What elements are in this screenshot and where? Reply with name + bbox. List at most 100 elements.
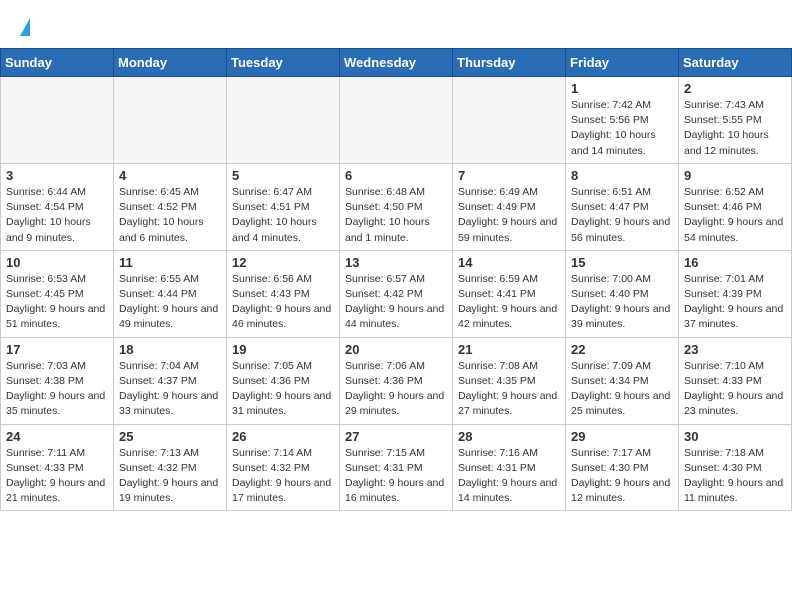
- day-number: 25: [119, 429, 221, 444]
- day-info: Sunrise: 7:17 AM Sunset: 4:30 PM Dayligh…: [571, 446, 673, 507]
- day-info: Sunrise: 6:55 AM Sunset: 4:44 PM Dayligh…: [119, 272, 221, 333]
- day-number: 5: [232, 168, 334, 183]
- day-info: Sunrise: 7:15 AM Sunset: 4:31 PM Dayligh…: [345, 446, 447, 507]
- day-number: 9: [684, 168, 786, 183]
- calendar-cell: 12 Sunrise: 6:56 AM Sunset: 4:43 PM Dayli…: [227, 250, 340, 337]
- day-info: Sunrise: 7:03 AM Sunset: 4:38 PM Dayligh…: [6, 359, 108, 420]
- day-info: Sunrise: 7:06 AM Sunset: 4:36 PM Dayligh…: [345, 359, 447, 420]
- day-number: 29: [571, 429, 673, 444]
- calendar-cell: 15 Sunrise: 7:00 AM Sunset: 4:40 PM Dayli…: [566, 250, 679, 337]
- calendar-day-header: Saturday: [679, 49, 792, 77]
- calendar-cell: 28Sunrise: 7:16 AM Sunset: 4:31 PM Dayli…: [453, 424, 566, 511]
- day-number: 11: [119, 255, 221, 270]
- day-number: 10: [6, 255, 108, 270]
- day-number: 20: [345, 342, 447, 357]
- day-info: Sunrise: 7:10 AM Sunset: 4:33 PM Dayligh…: [684, 359, 786, 420]
- day-info: Sunrise: 6:44 AM Sunset: 4:54 PM Dayligh…: [6, 185, 108, 246]
- day-number: 7: [458, 168, 560, 183]
- calendar-cell: 10 Sunrise: 6:53 AM Sunset: 4:45 PM Dayli…: [1, 250, 114, 337]
- calendar-cell: 2Sunrise: 7:43 AM Sunset: 5:55 PM Daylig…: [679, 77, 792, 164]
- day-number: 3: [6, 168, 108, 183]
- calendar-cell: 20 Sunrise: 7:06 AM Sunset: 4:36 PM Dayli…: [340, 337, 453, 424]
- day-info: Sunrise: 6:51 AM Sunset: 4:47 PM Dayligh…: [571, 185, 673, 246]
- day-info: Sunrise: 6:48 AM Sunset: 4:50 PM Dayligh…: [345, 185, 447, 246]
- day-info: Sunrise: 7:13 AM Sunset: 4:32 PM Dayligh…: [119, 446, 221, 507]
- calendar-cell: 24Sunrise: 7:11 AM Sunset: 4:33 PM Dayli…: [1, 424, 114, 511]
- logo-triangle-icon: [20, 18, 30, 36]
- calendar-week-row: 24Sunrise: 7:11 AM Sunset: 4:33 PM Dayli…: [1, 424, 792, 511]
- day-info: Sunrise: 7:01 AM Sunset: 4:39 PM Dayligh…: [684, 272, 786, 333]
- day-number: 16: [684, 255, 786, 270]
- calendar-cell: 16 Sunrise: 7:01 AM Sunset: 4:39 PM Dayli…: [679, 250, 792, 337]
- day-number: 21: [458, 342, 560, 357]
- calendar-cell: 7 Sunrise: 6:49 AM Sunset: 4:49 PM Daylig…: [453, 163, 566, 250]
- day-number: 22: [571, 342, 673, 357]
- day-number: 30: [684, 429, 786, 444]
- calendar-cell: 18 Sunrise: 7:04 AM Sunset: 4:37 PM Dayli…: [114, 337, 227, 424]
- logo: [18, 18, 30, 38]
- calendar-cell: 17 Sunrise: 7:03 AM Sunset: 4:38 PM Dayli…: [1, 337, 114, 424]
- day-number: 17: [6, 342, 108, 357]
- day-info: Sunrise: 6:53 AM Sunset: 4:45 PM Dayligh…: [6, 272, 108, 333]
- day-number: 2: [684, 81, 786, 96]
- calendar-cell: [453, 77, 566, 164]
- day-number: 8: [571, 168, 673, 183]
- page-header: [0, 0, 792, 48]
- day-info: Sunrise: 6:57 AM Sunset: 4:42 PM Dayligh…: [345, 272, 447, 333]
- calendar-week-row: 10 Sunrise: 6:53 AM Sunset: 4:45 PM Dayli…: [1, 250, 792, 337]
- calendar-week-row: 1 Sunrise: 7:42 AM Sunset: 5:56 PM Daylig…: [1, 77, 792, 164]
- calendar-cell: 1 Sunrise: 7:42 AM Sunset: 5:56 PM Daylig…: [566, 77, 679, 164]
- day-number: 28: [458, 429, 560, 444]
- day-number: 4: [119, 168, 221, 183]
- calendar-week-row: 3 Sunrise: 6:44 AM Sunset: 4:54 PM Daylig…: [1, 163, 792, 250]
- calendar-cell: [1, 77, 114, 164]
- day-info: Sunrise: 7:04 AM Sunset: 4:37 PM Dayligh…: [119, 359, 221, 420]
- calendar-cell: 29 Sunrise: 7:17 AM Sunset: 4:30 PM Dayli…: [566, 424, 679, 511]
- calendar-day-header: Tuesday: [227, 49, 340, 77]
- calendar-cell: 27Sunrise: 7:15 AM Sunset: 4:31 PM Dayli…: [340, 424, 453, 511]
- calendar-header-row: SundayMondayTuesdayWednesdayThursdayFrid…: [1, 49, 792, 77]
- calendar-day-header: Wednesday: [340, 49, 453, 77]
- day-number: 1: [571, 81, 673, 96]
- day-info: Sunrise: 6:52 AM Sunset: 4:46 PM Dayligh…: [684, 185, 786, 246]
- day-info: Sunrise: 6:49 AM Sunset: 4:49 PM Dayligh…: [458, 185, 560, 246]
- calendar-cell: 22 Sunrise: 7:09 AM Sunset: 4:34 PM Dayli…: [566, 337, 679, 424]
- day-info: Sunrise: 7:18 AM Sunset: 4:30 PM Dayligh…: [684, 446, 786, 507]
- calendar-week-row: 17 Sunrise: 7:03 AM Sunset: 4:38 PM Dayli…: [1, 337, 792, 424]
- calendar-cell: 6 Sunrise: 6:48 AM Sunset: 4:50 PM Daylig…: [340, 163, 453, 250]
- day-info: Sunrise: 6:56 AM Sunset: 4:43 PM Dayligh…: [232, 272, 334, 333]
- calendar-cell: 14 Sunrise: 6:59 AM Sunset: 4:41 PM Dayli…: [453, 250, 566, 337]
- day-info: Sunrise: 7:00 AM Sunset: 4:40 PM Dayligh…: [571, 272, 673, 333]
- day-number: 6: [345, 168, 447, 183]
- day-number: 19: [232, 342, 334, 357]
- day-info: Sunrise: 7:14 AM Sunset: 4:32 PM Dayligh…: [232, 446, 334, 507]
- day-info: Sunrise: 7:11 AM Sunset: 4:33 PM Dayligh…: [6, 446, 108, 507]
- day-info: Sunrise: 6:59 AM Sunset: 4:41 PM Dayligh…: [458, 272, 560, 333]
- calendar-cell: 23 Sunrise: 7:10 AM Sunset: 4:33 PM Dayli…: [679, 337, 792, 424]
- day-number: 18: [119, 342, 221, 357]
- calendar-cell: 26Sunrise: 7:14 AM Sunset: 4:32 PM Dayli…: [227, 424, 340, 511]
- calendar-cell: 19 Sunrise: 7:05 AM Sunset: 4:36 PM Dayli…: [227, 337, 340, 424]
- calendar-cell: 25 Sunrise: 7:13 AM Sunset: 4:32 PM Dayli…: [114, 424, 227, 511]
- calendar-cell: 5 Sunrise: 6:47 AM Sunset: 4:51 PM Daylig…: [227, 163, 340, 250]
- day-info: Sunrise: 7:05 AM Sunset: 4:36 PM Dayligh…: [232, 359, 334, 420]
- day-number: 15: [571, 255, 673, 270]
- calendar-cell: 3 Sunrise: 6:44 AM Sunset: 4:54 PM Daylig…: [1, 163, 114, 250]
- calendar-cell: 8 Sunrise: 6:51 AM Sunset: 4:47 PM Daylig…: [566, 163, 679, 250]
- day-info: Sunrise: 6:45 AM Sunset: 4:52 PM Dayligh…: [119, 185, 221, 246]
- calendar-cell: 30 Sunrise: 7:18 AM Sunset: 4:30 PM Dayli…: [679, 424, 792, 511]
- calendar-table: SundayMondayTuesdayWednesdayThursdayFrid…: [0, 48, 792, 511]
- day-info: Sunrise: 7:09 AM Sunset: 4:34 PM Dayligh…: [571, 359, 673, 420]
- day-number: 14: [458, 255, 560, 270]
- day-info: Sunrise: 7:08 AM Sunset: 4:35 PM Dayligh…: [458, 359, 560, 420]
- calendar-cell: 4 Sunrise: 6:45 AM Sunset: 4:52 PM Daylig…: [114, 163, 227, 250]
- day-number: 12: [232, 255, 334, 270]
- logo-blue: [18, 18, 30, 38]
- calendar-cell: [340, 77, 453, 164]
- calendar-cell: 13 Sunrise: 6:57 AM Sunset: 4:42 PM Dayli…: [340, 250, 453, 337]
- day-info: Sunrise: 6:47 AM Sunset: 4:51 PM Dayligh…: [232, 185, 334, 246]
- day-number: 23: [684, 342, 786, 357]
- day-info: Sunrise: 7:42 AM Sunset: 5:56 PM Dayligh…: [571, 98, 673, 159]
- calendar-day-header: Thursday: [453, 49, 566, 77]
- day-number: 13: [345, 255, 447, 270]
